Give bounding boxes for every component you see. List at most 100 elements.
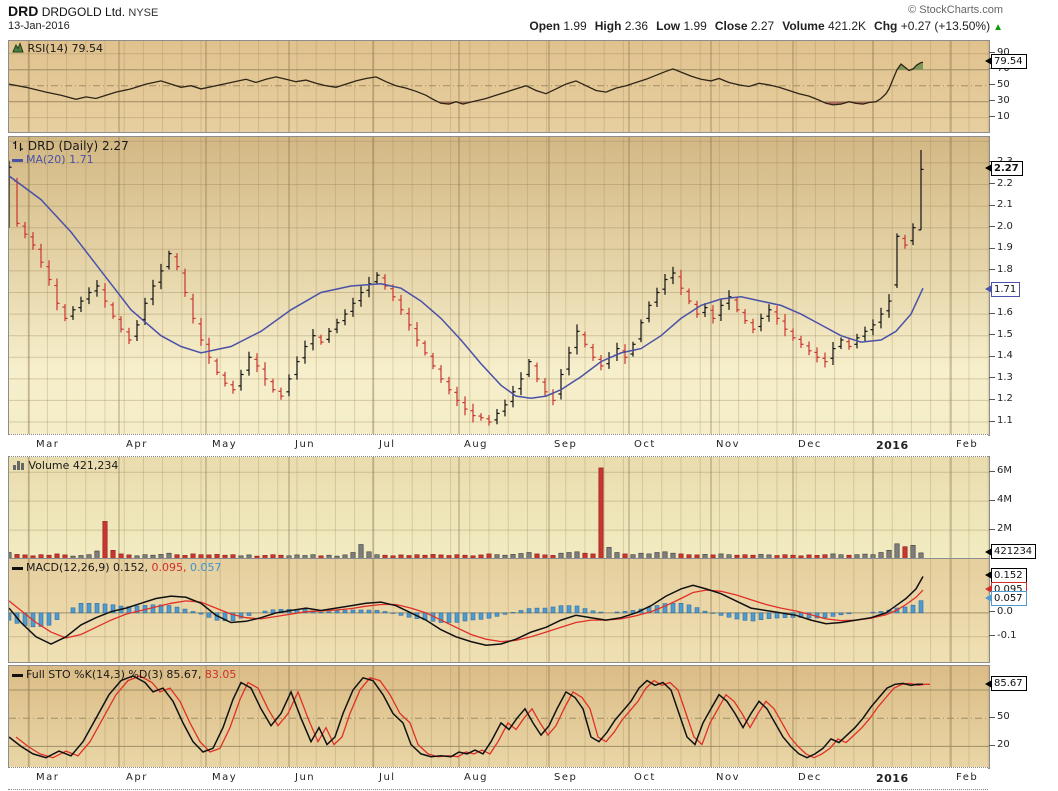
sto-legend-label: Full STO %K(14,3) %D(3) 85.67, bbox=[26, 668, 202, 681]
price-panel bbox=[8, 136, 990, 436]
month-label: Aug bbox=[464, 439, 489, 450]
month-label: Nov bbox=[716, 439, 741, 450]
axis-tick-label: 0.0 bbox=[997, 605, 1013, 617]
quote-field-value: 2.27 bbox=[747, 19, 775, 33]
axis-tick-mark bbox=[989, 269, 995, 271]
ma-line-swatch-icon bbox=[12, 158, 23, 162]
month-label: Mar bbox=[36, 439, 60, 450]
month-label: May bbox=[212, 439, 238, 450]
axis-tick-label: 1.4 bbox=[997, 350, 1013, 362]
axis-tick-label: 1.8 bbox=[997, 263, 1013, 275]
month-label: Sep bbox=[554, 772, 578, 783]
axis-tick-mark bbox=[989, 528, 995, 530]
month-label: Aug bbox=[464, 772, 489, 783]
stochastic-chart bbox=[9, 666, 989, 768]
month-label: Mar bbox=[36, 772, 60, 783]
month-label: Jul bbox=[379, 439, 396, 450]
quote-field-label: Chg bbox=[874, 19, 898, 33]
sto-value-box: 85.67 bbox=[985, 676, 1027, 692]
month-label: May bbox=[212, 772, 238, 783]
axis-tick-label: 50 bbox=[997, 711, 1010, 723]
quote-field-value: 2.36 bbox=[621, 19, 649, 33]
month-label: Feb bbox=[956, 772, 979, 783]
macd-line-swatch-icon bbox=[12, 566, 23, 570]
axis-tick-mark bbox=[989, 611, 995, 613]
axis-tick-label: 2M bbox=[997, 523, 1012, 535]
axis-tick-label: 1.1 bbox=[997, 415, 1013, 427]
axis-tick-label: 10 bbox=[997, 110, 1010, 122]
axis-tick-label: 2.0 bbox=[997, 220, 1013, 232]
ma-legend-label: MA(20) 1.71 bbox=[26, 153, 94, 166]
quote-field-value: 421.2K bbox=[824, 19, 867, 33]
axis-tick-label: 50 bbox=[997, 78, 1010, 90]
price-legend: DRD (Daily) 2.27 bbox=[12, 139, 129, 153]
month-label: Oct bbox=[634, 439, 656, 450]
axis-tick-mark bbox=[989, 204, 995, 206]
month-label: Oct bbox=[634, 772, 656, 783]
month-label: Apr bbox=[126, 439, 148, 450]
month-label: Nov bbox=[716, 772, 741, 783]
volume-value-box: 421234 bbox=[984, 544, 1037, 560]
axis-tick-label: 6M bbox=[997, 465, 1012, 477]
price-legend-label: DRD (Daily) 2.27 bbox=[27, 139, 129, 153]
macd-legend: MACD(12,26,9) 0.152, 0.095, 0.057 bbox=[12, 561, 222, 574]
price-value-box: 1.71 bbox=[984, 281, 1021, 297]
axis-tick-label: 1.2 bbox=[997, 393, 1013, 405]
sto-legend: Full STO %K(14,3) %D(3) 85.67, 83.05 bbox=[12, 668, 236, 681]
month-label: 2016 bbox=[876, 439, 909, 452]
ohlc-quote-line: Open 1.99 High 2.36 Low 1.99 Close 2.27 Volu… bbox=[521, 19, 1003, 33]
month-label: Jun bbox=[295, 439, 316, 450]
macd-legend-label: MACD(12,26,9) 0.152, bbox=[26, 561, 149, 574]
axis-tick-mark bbox=[989, 116, 995, 118]
axis-tick-mark bbox=[989, 247, 995, 249]
month-label: Feb bbox=[956, 439, 979, 450]
chart-title: DRD DRDGOLD Ltd. NYSE bbox=[8, 3, 158, 19]
date-axis-strip: Mar Apr May Jun Jul Aug Sep Oct Nov Dec 2016 Feb bbox=[8, 434, 988, 457]
axis-tick-label: 2.2 bbox=[997, 177, 1013, 189]
quote-field-label: Open bbox=[529, 19, 561, 33]
ticker-symbol: DRD bbox=[8, 3, 39, 19]
axis-tick-label: 2.1 bbox=[997, 199, 1013, 211]
quote-field-label: Low bbox=[656, 19, 681, 33]
quote-field-label: High bbox=[594, 19, 622, 33]
stockcharts-watermark-link[interactable]: © StockCharts.com bbox=[908, 4, 1003, 16]
rsi-legend-label: RSI(14) 79.54 bbox=[27, 42, 103, 55]
axis-tick-mark bbox=[989, 470, 995, 472]
axis-tick-label: 20 bbox=[997, 739, 1010, 751]
volume-bars-icon bbox=[13, 461, 24, 470]
axis-tick-mark bbox=[989, 499, 995, 501]
axis-tick-mark bbox=[989, 334, 995, 336]
volume-chart bbox=[9, 457, 989, 559]
month-label: Dec bbox=[798, 772, 822, 783]
stockcharts-page: DRD DRDGOLD Ltd. NYSE © StockCharts.com … bbox=[0, 0, 1058, 791]
axis-tick-label: 1.6 bbox=[997, 307, 1013, 319]
ohlc-bars bbox=[9, 150, 924, 426]
axis-tick-mark bbox=[989, 420, 995, 422]
sto-d-value: 83.05 bbox=[204, 668, 237, 681]
quote-field-label: Volume bbox=[782, 19, 825, 33]
month-label: Apr bbox=[126, 772, 148, 783]
bottom-tick-row bbox=[8, 789, 988, 790]
quote-field-value: 1.99 bbox=[560, 19, 587, 33]
rsi-legend: RSI(14) 79.54 bbox=[12, 42, 103, 55]
axis-tick-mark bbox=[989, 716, 995, 718]
rsi-mountain-icon bbox=[12, 42, 24, 53]
sto-line-swatch-icon bbox=[12, 673, 23, 677]
month-label: Jul bbox=[379, 772, 396, 783]
ma-legend: MA(20) 1.71 bbox=[12, 153, 94, 166]
axis-tick-mark bbox=[989, 84, 995, 86]
date-axis-strip: Mar Apr May Jun Jul Aug Sep Oct Nov Dec 2016 Feb bbox=[8, 767, 988, 790]
volume-legend-label: Volume 421,234 bbox=[28, 459, 119, 472]
axis-tick-mark bbox=[989, 100, 995, 102]
axis-tick-mark bbox=[989, 226, 995, 228]
rsi-value-box: 79.54 bbox=[985, 53, 1027, 69]
company-name: DRDGOLD Ltd. bbox=[41, 5, 126, 19]
rsi-chart bbox=[9, 41, 989, 132]
axis-tick-label: 1.5 bbox=[997, 328, 1013, 340]
ma20-line bbox=[9, 175, 924, 400]
axis-tick-mark bbox=[989, 312, 995, 314]
macd-hist-value: 0.057 bbox=[190, 561, 222, 574]
ohlc-bars-icon bbox=[13, 141, 23, 151]
month-label: Jun bbox=[295, 772, 316, 783]
quote-field-value: +0.27 (+13.50%) bbox=[897, 19, 991, 33]
